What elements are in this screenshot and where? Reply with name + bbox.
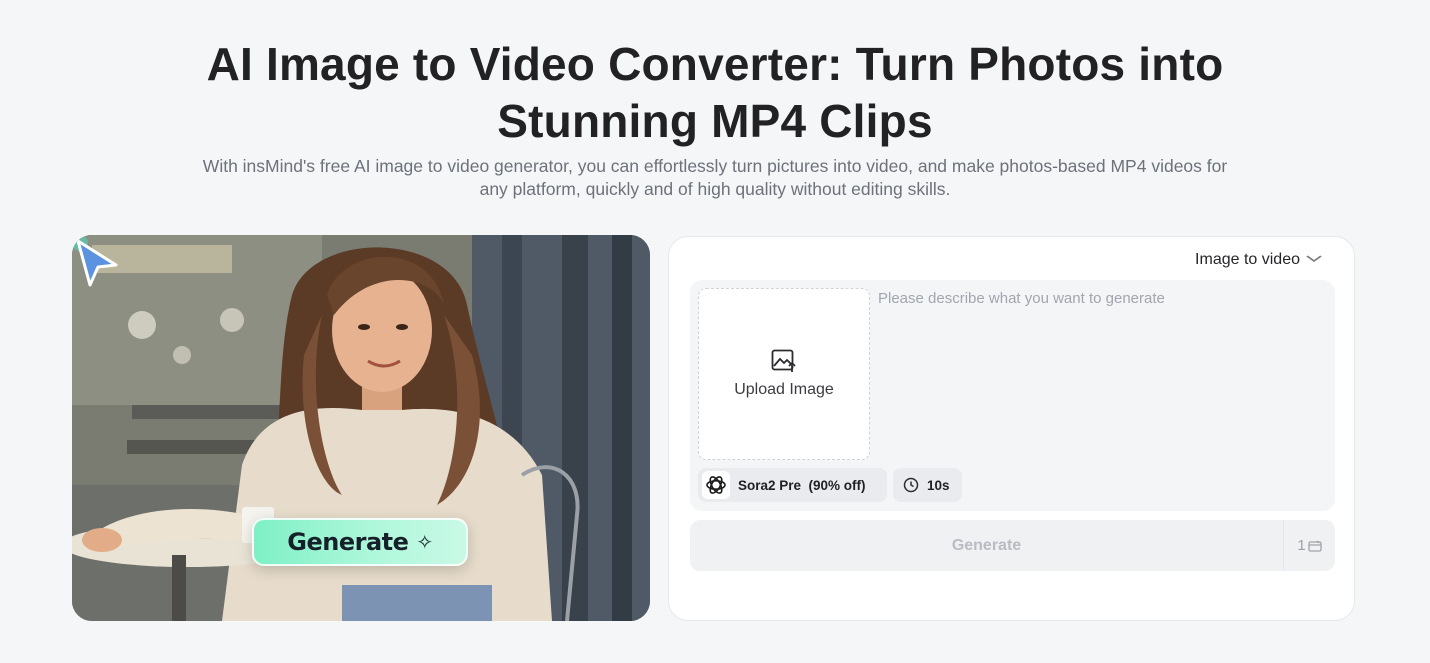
page-title-line-1: AI Image to Video Converter: Turn Photos… <box>206 38 1224 90</box>
generator-panel: Image to video Upload Image Please descr… <box>668 236 1355 621</box>
compose-area: Upload Image Sora2 Pre (90% off) <box>690 280 1335 511</box>
options-row: Sora2 Pre (90% off) 10s <box>698 468 962 502</box>
sparkle-icon: ✧ <box>416 530 433 554</box>
model-selector[interactable]: Sora2 Pre (90% off) <box>698 468 887 502</box>
openai-logo-icon <box>702 471 730 499</box>
generate-row: Generate 1 <box>690 520 1335 571</box>
example-preview-image: Generate ✧ <box>72 235 650 621</box>
image-upload-icon <box>771 349 796 372</box>
duration-label: 10s <box>927 477 950 493</box>
generate-button[interactable]: Generate <box>690 520 1283 571</box>
duration-selector[interactable]: 10s <box>893 468 962 502</box>
upload-image-label: Upload Image <box>734 381 834 398</box>
credit-count: 1 <box>1297 537 1306 554</box>
cursor-pointer-icon <box>72 235 118 287</box>
mode-select[interactable]: Image to video <box>1195 249 1323 271</box>
clock-icon <box>903 477 919 493</box>
page-title-line-2: Stunning MP4 Clips <box>497 95 933 147</box>
credit-cost: 1 <box>1283 520 1335 571</box>
generate-badge: Generate ✧ <box>252 518 468 566</box>
prompt-input[interactable] <box>878 290 1318 450</box>
mode-select-label: Image to video <box>1195 251 1300 268</box>
upload-image-button[interactable]: Upload Image <box>698 288 870 460</box>
generate-badge-label: Generate <box>287 528 409 556</box>
chevron-down-icon <box>1306 254 1323 266</box>
credit-icon <box>1308 540 1322 552</box>
model-label: Sora2 Pre (90% off) <box>738 477 866 493</box>
page-subtitle: With insMind's free AI image to video ge… <box>202 156 1228 199</box>
page-title: AI Image to Video Converter: Turn Photos… <box>0 36 1430 150</box>
